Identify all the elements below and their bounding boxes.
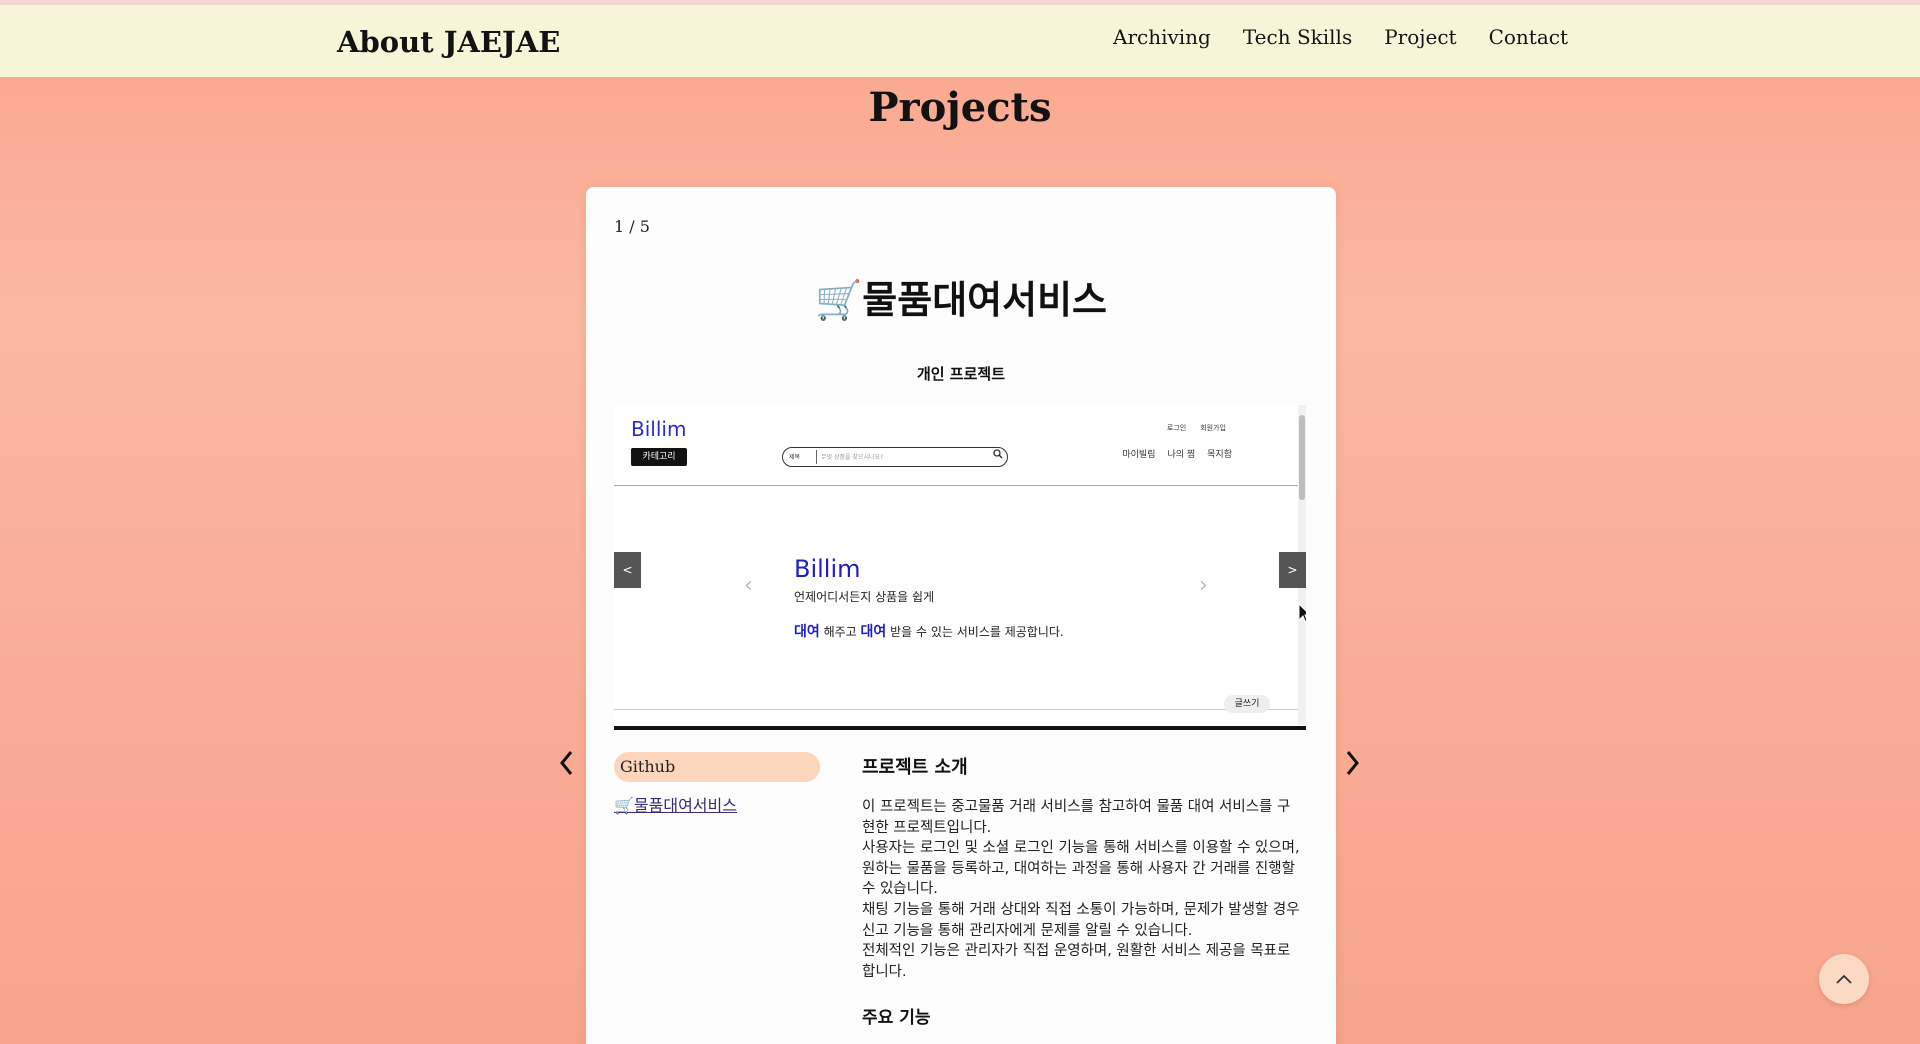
nav-tech-skills[interactable]: Tech Skills: [1243, 25, 1352, 49]
github-label: Github: [614, 752, 820, 782]
main-nav: Archiving Tech Skills Project Contact: [1113, 25, 1568, 49]
nav-contact[interactable]: Contact: [1489, 25, 1568, 49]
page-title: Projects: [868, 84, 1052, 131]
intro-paragraph: 채팅 기능을 통해 거래 상대와 직접 소통이 가능하며, 문제가 발생할 경우…: [862, 901, 1300, 939]
project-title: 🛒물품대여서비스: [814, 278, 1108, 322]
preview-top-links: 로그인 회원가입: [1167, 423, 1226, 433]
slide-counter: 1 / 5: [614, 217, 650, 236]
preview-menu-item: 마이빌림: [1122, 450, 1156, 460]
preview-search-select: 제목: [789, 454, 801, 461]
cursor-icon: [1298, 603, 1306, 624]
preview-logo: Billim: [631, 417, 687, 441]
project-preview-image: Billim 카테고리 제목 무엇 상품을 찾으시나요? 로그인 회원가입 마이…: [614, 405, 1306, 730]
preview-prev-button: <: [614, 552, 641, 588]
intro-paragraph: 전체적인 기능은 관리자가 직접 운영하며, 원활한 서비스 제공을 목표로 합…: [862, 943, 1291, 980]
chevron-left-icon: ‹: [744, 573, 753, 598]
preview-divider: [614, 709, 1298, 710]
nav-archiving[interactable]: Archiving: [1113, 25, 1211, 49]
nav-project[interactable]: Project: [1384, 25, 1456, 49]
preview-write-button: 글쓰기: [1224, 695, 1270, 713]
intro-paragraph: 사용자는 로그인 및 소셜 로그인 기능을 통해 서비스를 이용할 수 있으며,…: [862, 840, 1300, 898]
chevron-up-icon: [1836, 974, 1852, 984]
preview-menu-item: 목지함: [1207, 450, 1232, 460]
preview-menu-item: 나의 찜: [1167, 450, 1196, 460]
project-subtitle: 개인 프로젝트: [916, 365, 1006, 383]
scroll-top-button[interactable]: [1819, 954, 1869, 1004]
preview-next-button: >: [1279, 552, 1306, 588]
preview-signup-link: 회원가입: [1200, 424, 1226, 432]
chevron-right-icon: ›: [1199, 573, 1208, 598]
preview-hero-title: Billim: [794, 555, 861, 583]
preview-category-button: 카테고리: [631, 448, 687, 466]
preview-login-link: 로그인: [1166, 424, 1187, 432]
preview-menu: 마이빌림 나의 찜 목지함: [1122, 447, 1232, 460]
preview-hero-line1: 언제어디서든지 상품을 쉽게: [794, 590, 935, 604]
site-brand[interactable]: About JAEJAE: [337, 25, 560, 59]
search-icon: [993, 449, 1003, 462]
chevron-right-icon: [1346, 751, 1359, 775]
preview-search-bar: 제목 무엇 상품을 찾으시나요?: [782, 447, 1008, 467]
features-heading: 주요 기능: [862, 1008, 931, 1028]
github-repo-link[interactable]: 🛒물품대여서비스: [614, 792, 737, 816]
slider-next-button[interactable]: [1342, 748, 1362, 786]
preview-divider: [614, 485, 1298, 486]
preview-hero-line2: 대여 해주고 대여 받을 수 있는 서비스를 제공합니다.: [794, 624, 1064, 640]
intro-paragraph: 이 프로젝트는 중고물품 거래 서비스를 참고하여 물품 대여 서비스를 구현한…: [862, 799, 1291, 836]
intro-heading: 프로젝트 소개: [862, 757, 968, 778]
site-header: About JAEJAE Archiving Tech Skills Proje…: [0, 5, 1920, 77]
intro-body: 이 프로젝트는 중고물품 거래 서비스를 참고하여 물품 대여 서비스를 구현한…: [862, 797, 1302, 982]
chevron-left-icon: [560, 751, 573, 775]
preview-search-placeholder: 무엇 상품을 찾으시나요?: [821, 454, 884, 461]
slider-prev-button[interactable]: [557, 748, 577, 786]
project-card: 1 / 5 🛒물품대여서비스 개인 프로젝트 Billim 카테고리 제목 무엇…: [586, 187, 1336, 1044]
